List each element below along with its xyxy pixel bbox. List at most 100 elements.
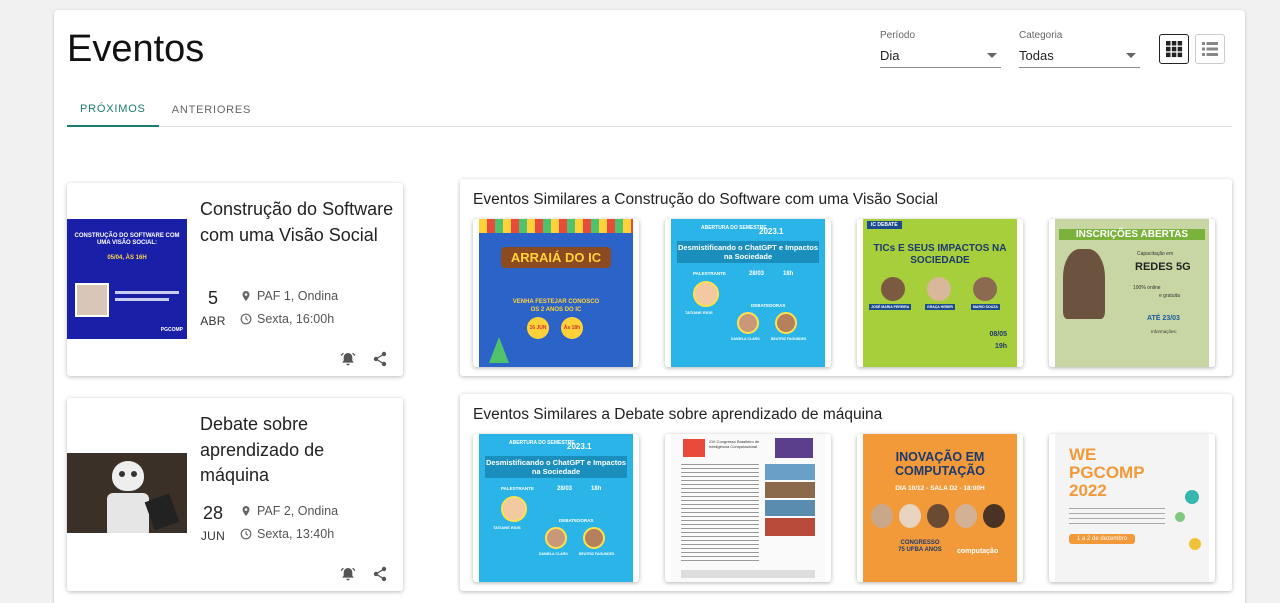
poster-sub2: OS 2 ANOS DO IC [530, 307, 582, 313]
event-time-text: Sexta, 13:40h [257, 527, 335, 541]
event-card[interactable]: CONSTRUÇÃO DO SOFTWARE COM UMA VISÃO SOC… [67, 183, 403, 376]
robot-head [112, 461, 144, 491]
similar-event-poster[interactable]: ARRAIÁ DO IC VENHA FESTEJAR CONOSCO OS 2… [473, 219, 639, 367]
share-icon [373, 351, 387, 367]
poster-date: 28/03 [749, 271, 765, 277]
poster-speaker: PALESTRANTE [501, 486, 534, 491]
similar-event-poster[interactable]: INSCRIÇÕES ABERTAS Capacitação em REDES … [1049, 219, 1215, 367]
debater-photo [775, 312, 797, 334]
poster-headline: XVI Congresso Brasileiro de Inteligência… [709, 439, 760, 449]
poster-date: 1 a 2 de dezembro [1069, 534, 1136, 544]
poster-tag: IC DEBATE [867, 221, 902, 229]
thumb-caption-line [115, 291, 179, 294]
speaker-photo [973, 277, 997, 301]
poster-headline: INSCRIÇÕES ABERTAS [1059, 229, 1205, 240]
similar-event-poster[interactable]: ABERTURA DO SEMESTRE 2023.1 Desmistifica… [473, 434, 639, 582]
category-label: Categoria [1019, 30, 1063, 41]
thumb-brand: PGCOMP [160, 327, 183, 333]
poster-inscricoes: INSCRIÇÕES ABERTAS Capacitação em REDES … [1055, 219, 1209, 367]
speaker-photo [501, 496, 527, 522]
poster-debater2: BEATRIZ FAGUNDES [579, 552, 615, 556]
person-photo [1063, 249, 1105, 319]
period-label: Período [880, 30, 916, 41]
doc-photo [765, 518, 815, 536]
doc-logo [775, 438, 813, 458]
poster-hour: 18h [591, 486, 602, 492]
period-select[interactable]: Dia [880, 43, 1001, 68]
doc-photo [765, 464, 815, 480]
similar-events-section: Eventos Similares a Debate sobre aprendi… [460, 394, 1232, 591]
poster-brand: computação [957, 548, 999, 555]
robot-eye [119, 471, 125, 477]
share-button[interactable] [371, 350, 389, 368]
category-select[interactable]: Todas [1019, 43, 1140, 68]
poster-text-lines [1069, 508, 1165, 526]
similar-event-poster[interactable]: INOVAÇÃO EM COMPUTAÇÃO DIA 10/12 - SALA … [857, 434, 1023, 582]
thumb-caption-line [115, 298, 169, 301]
poster-document: XVI Congresso Brasileiro de Inteligência… [671, 434, 825, 582]
poster-sub: DIA 10/12 - SALA D2 - 18:00H [895, 485, 985, 492]
poster-big: REDES 5G [1135, 261, 1191, 273]
poster-info: Informações: [1151, 329, 1178, 334]
poster-n3: MARIO SOUZA [971, 304, 1000, 310]
robot-eye [131, 471, 137, 477]
speaker-photo [927, 277, 951, 301]
poster-online: 100% online [1133, 285, 1161, 291]
event-thumbnail[interactable] [67, 453, 187, 533]
clock-icon [240, 528, 252, 540]
event-card[interactable]: Debate sobre aprendizado de máquina 28 J… [67, 398, 403, 591]
speaker-photo [927, 504, 949, 528]
grid-view-button[interactable] [1159, 34, 1189, 64]
event-day: 28 [202, 503, 224, 523]
similar-event-poster[interactable]: XVI Congresso Brasileiro de Inteligência… [665, 434, 831, 582]
speaker-photo [955, 504, 977, 528]
poster-n1: JOSÉ MARIA PEREIRA [869, 304, 912, 310]
poster-wepgcomp: WE PGCOMP 2022 1 a 2 de dezembro [1055, 434, 1209, 582]
network-node [1185, 490, 1199, 504]
event-title[interactable]: Debate sobre aprendizado de máquina [200, 412, 395, 489]
poster-year: 2023.1 [759, 227, 784, 236]
tab-upcoming[interactable]: PRÓXIMOS [67, 92, 159, 127]
event-title[interactable]: Construção do Software com uma Visão Soc… [200, 197, 395, 248]
similar-event-poster[interactable]: ABERTURA DO SEMESTRE 2023.1 Desmistifica… [665, 219, 831, 367]
poster-chatgpt: ABERTURA DO SEMESTRE 2023.1 Desmistifica… [671, 219, 825, 367]
event-location: PAF 1, Ondina [240, 289, 338, 303]
poster-badge: CONGRESSO 75 UFBA ANOS [898, 540, 942, 553]
speaker-photo [693, 281, 719, 307]
share-icon [373, 566, 387, 582]
poster-year: 2023.1 [567, 442, 592, 451]
poster-arraia: ARRAIÁ DO IC VENHA FESTEJAR CONOSCO OS 2… [479, 219, 633, 367]
similar-event-poster[interactable]: WE PGCOMP 2022 1 a 2 de dezembro [1049, 434, 1215, 582]
event-thumbnail[interactable]: CONSTRUÇÃO DO SOFTWARE COM UMA VISÃO SOC… [67, 219, 187, 339]
category-filter[interactable]: Categoria Todas [1019, 30, 1140, 68]
poster-free: e gratuita [1159, 293, 1180, 299]
tablet-shape [144, 493, 180, 531]
reminder-button[interactable] [339, 565, 357, 583]
tab-past[interactable]: ANTERIORES [159, 92, 265, 127]
event-location-text: PAF 2, Ondina [257, 504, 339, 518]
similar-section-title: Eventos Similares a Construção do Softwa… [473, 191, 938, 208]
bunting-flags [479, 219, 633, 233]
robot-body [107, 493, 149, 533]
period-value: Dia [880, 47, 900, 63]
alarm-bell-icon [340, 567, 356, 581]
list-icon [1202, 42, 1218, 56]
list-view-button[interactable] [1195, 34, 1225, 64]
poster-headline: WE PGCOMP 2022 [1069, 445, 1145, 500]
grid-icon [1166, 41, 1183, 58]
card-actions [339, 350, 389, 368]
speaker-photo [871, 504, 893, 528]
similar-event-poster[interactable]: IC DEBATE TICs E SEUS IMPACTOS NA SOCIED… [857, 219, 1023, 367]
poster-debaters: DEBATEDORAS [751, 303, 786, 308]
similar-section-title: Eventos Similares a Debate sobre aprendi… [473, 406, 883, 423]
period-filter[interactable]: Período Dia [880, 30, 1001, 68]
event-location-text: PAF 1, Ondina [257, 289, 339, 303]
event-time: Sexta, 13:40h [240, 527, 334, 541]
poster-headline: Desmistificando o ChatGPT e Impactos na … [485, 456, 627, 478]
poster-hour: 18h [783, 271, 794, 277]
poster-hour: 19h [994, 343, 1007, 350]
share-button[interactable] [371, 565, 389, 583]
card-actions [339, 565, 389, 583]
reminder-button[interactable] [339, 350, 357, 368]
poster-headline: TICs E SEUS IMPACTOS NA SOCIEDADE [873, 243, 1007, 266]
